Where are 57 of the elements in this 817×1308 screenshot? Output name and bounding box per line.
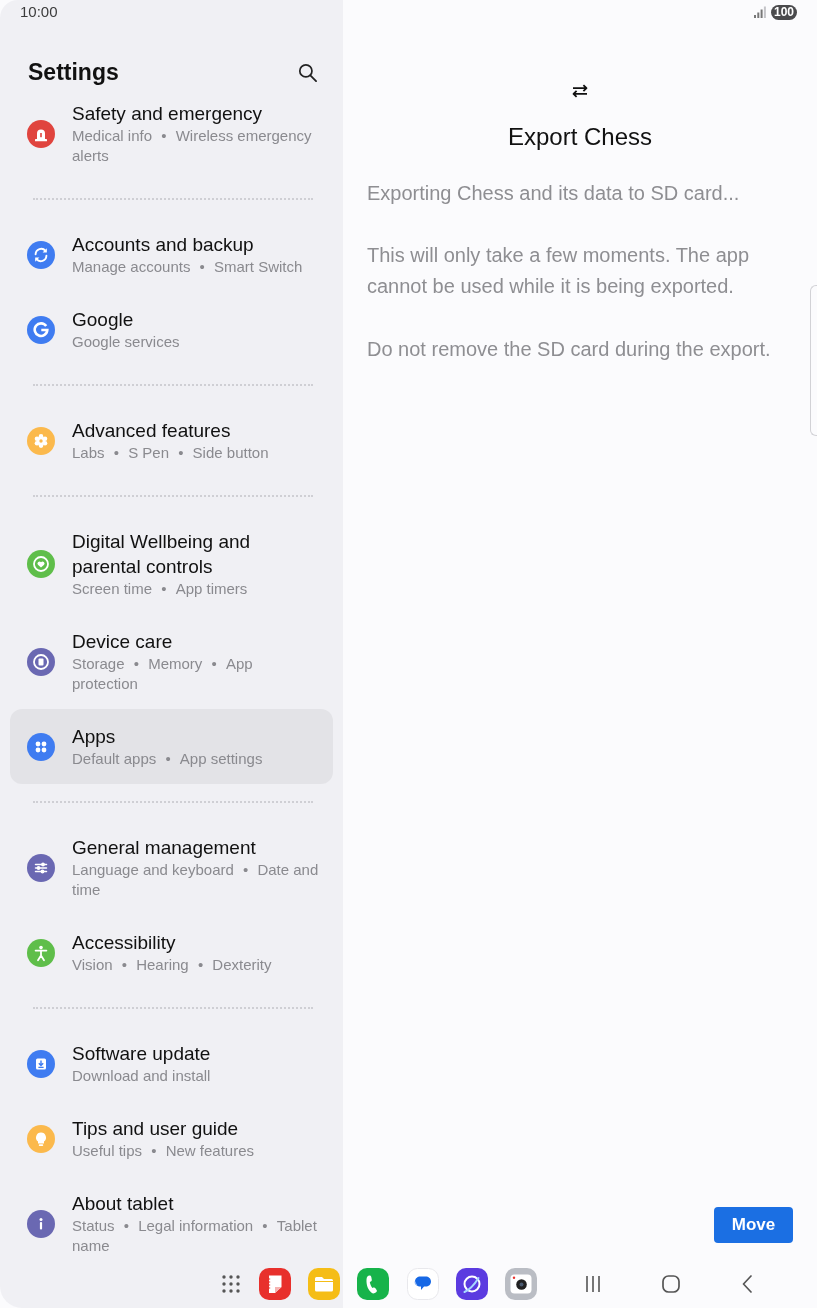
camera-icon[interactable] <box>505 1268 537 1300</box>
settings-item[interactable]: Accessibility Vision • Hearing • Dexterity <box>10 915 333 990</box>
item-title: Apps <box>72 725 117 749</box>
signal-icon <box>753 6 766 18</box>
item-title: Safety and emergency <box>72 102 264 126</box>
item-title: Advanced features <box>72 419 232 443</box>
item-title: About tablet <box>72 1192 175 1216</box>
item-subtitle: Manage accounts • Smart Switch <box>72 257 304 277</box>
app-grid-icon[interactable] <box>221 1274 241 1294</box>
back-icon[interactable] <box>742 1275 752 1293</box>
swap-arrows-icon <box>570 84 590 98</box>
item-title: Accounts and backup <box>72 233 255 257</box>
item-subtitle: Vision • Hearing • Dexterity <box>72 955 273 975</box>
dialog-paragraph: This will only take a few moments. The app cannot be used while it is being exported. <box>367 243 751 299</box>
dialog-title: Export Chess <box>506 122 654 152</box>
settings-item[interactable]: Accounts and backup Manage accounts • Smart Switch <box>10 217 333 292</box>
item-title: Device care <box>72 630 174 654</box>
recents-icon[interactable] <box>585 1275 601 1293</box>
settings-item[interactable]: Digital Wellbeing and parental controls Screen time • App timers <box>10 514 333 614</box>
settings-item[interactable]: Advanced features Labs • S Pen • Side button <box>10 403 333 478</box>
dialog-paragraph: Do not remove the SD card during the export. <box>367 336 772 362</box>
item-subtitle: Status • Legal information • Tablet name <box>72 1216 318 1256</box>
settings-item[interactable]: General management Language and keyboard • Date and time <box>10 820 333 915</box>
item-subtitle: Screen time • App timers <box>72 579 249 599</box>
settings-item[interactable]: Safety and emergency Medical info • Wireless emergency alerts <box>10 86 333 181</box>
notepad-icon[interactable] <box>259 1268 291 1300</box>
settings-item[interactable]: About tablet Status • Legal information • Tablet name <box>10 1176 333 1271</box>
edge-panel-handle[interactable] <box>810 285 817 436</box>
item-title: Tips and user guide <box>72 1117 240 1141</box>
item-subtitle: Google services <box>72 332 181 352</box>
dialog-paragraph: Exporting Chess and its data to SD card... <box>367 180 741 206</box>
settings-item[interactable]: Software update Download and install <box>10 1026 333 1101</box>
move-button[interactable]: Move <box>714 1207 793 1243</box>
search-icon[interactable] <box>298 62 317 82</box>
phone-icon[interactable] <box>357 1268 389 1300</box>
item-subtitle: Download and install <box>72 1066 212 1086</box>
status-time: 10:00 <box>20 3 58 21</box>
item-subtitle: Storage • Memory • App protection <box>72 654 254 694</box>
home-icon[interactable] <box>662 1275 680 1293</box>
item-title: Accessibility <box>72 931 177 955</box>
settings-title: Settings <box>28 58 119 86</box>
item-title: Digital Wellbeing and parental controls <box>72 530 252 579</box>
battery-indicator: 100 <box>770 4 797 20</box>
settings-item[interactable]: Google Google services <box>10 292 333 367</box>
item-subtitle: Labs • S Pen • Side button <box>72 443 270 463</box>
settings-item[interactable]: Apps Default apps • App settings <box>10 709 333 784</box>
item-title: Software update <box>72 1042 212 1066</box>
item-subtitle: Useful tips • New features <box>72 1141 255 1161</box>
settings-item[interactable]: Tips and user guide Useful tips • New features <box>10 1101 333 1176</box>
item-title: General management <box>72 836 257 860</box>
settings-item[interactable]: Device care Storage • Memory • App protection <box>10 614 333 709</box>
item-subtitle: Language and keyboard • Date and time <box>72 860 320 900</box>
chat-bubble-icon[interactable] <box>407 1268 439 1300</box>
item-subtitle: Medical info • Wireless emergency alerts <box>72 126 313 166</box>
item-subtitle: Default apps • App settings <box>72 749 264 769</box>
planet-icon[interactable] <box>456 1268 488 1300</box>
item-title: Google <box>72 308 135 332</box>
